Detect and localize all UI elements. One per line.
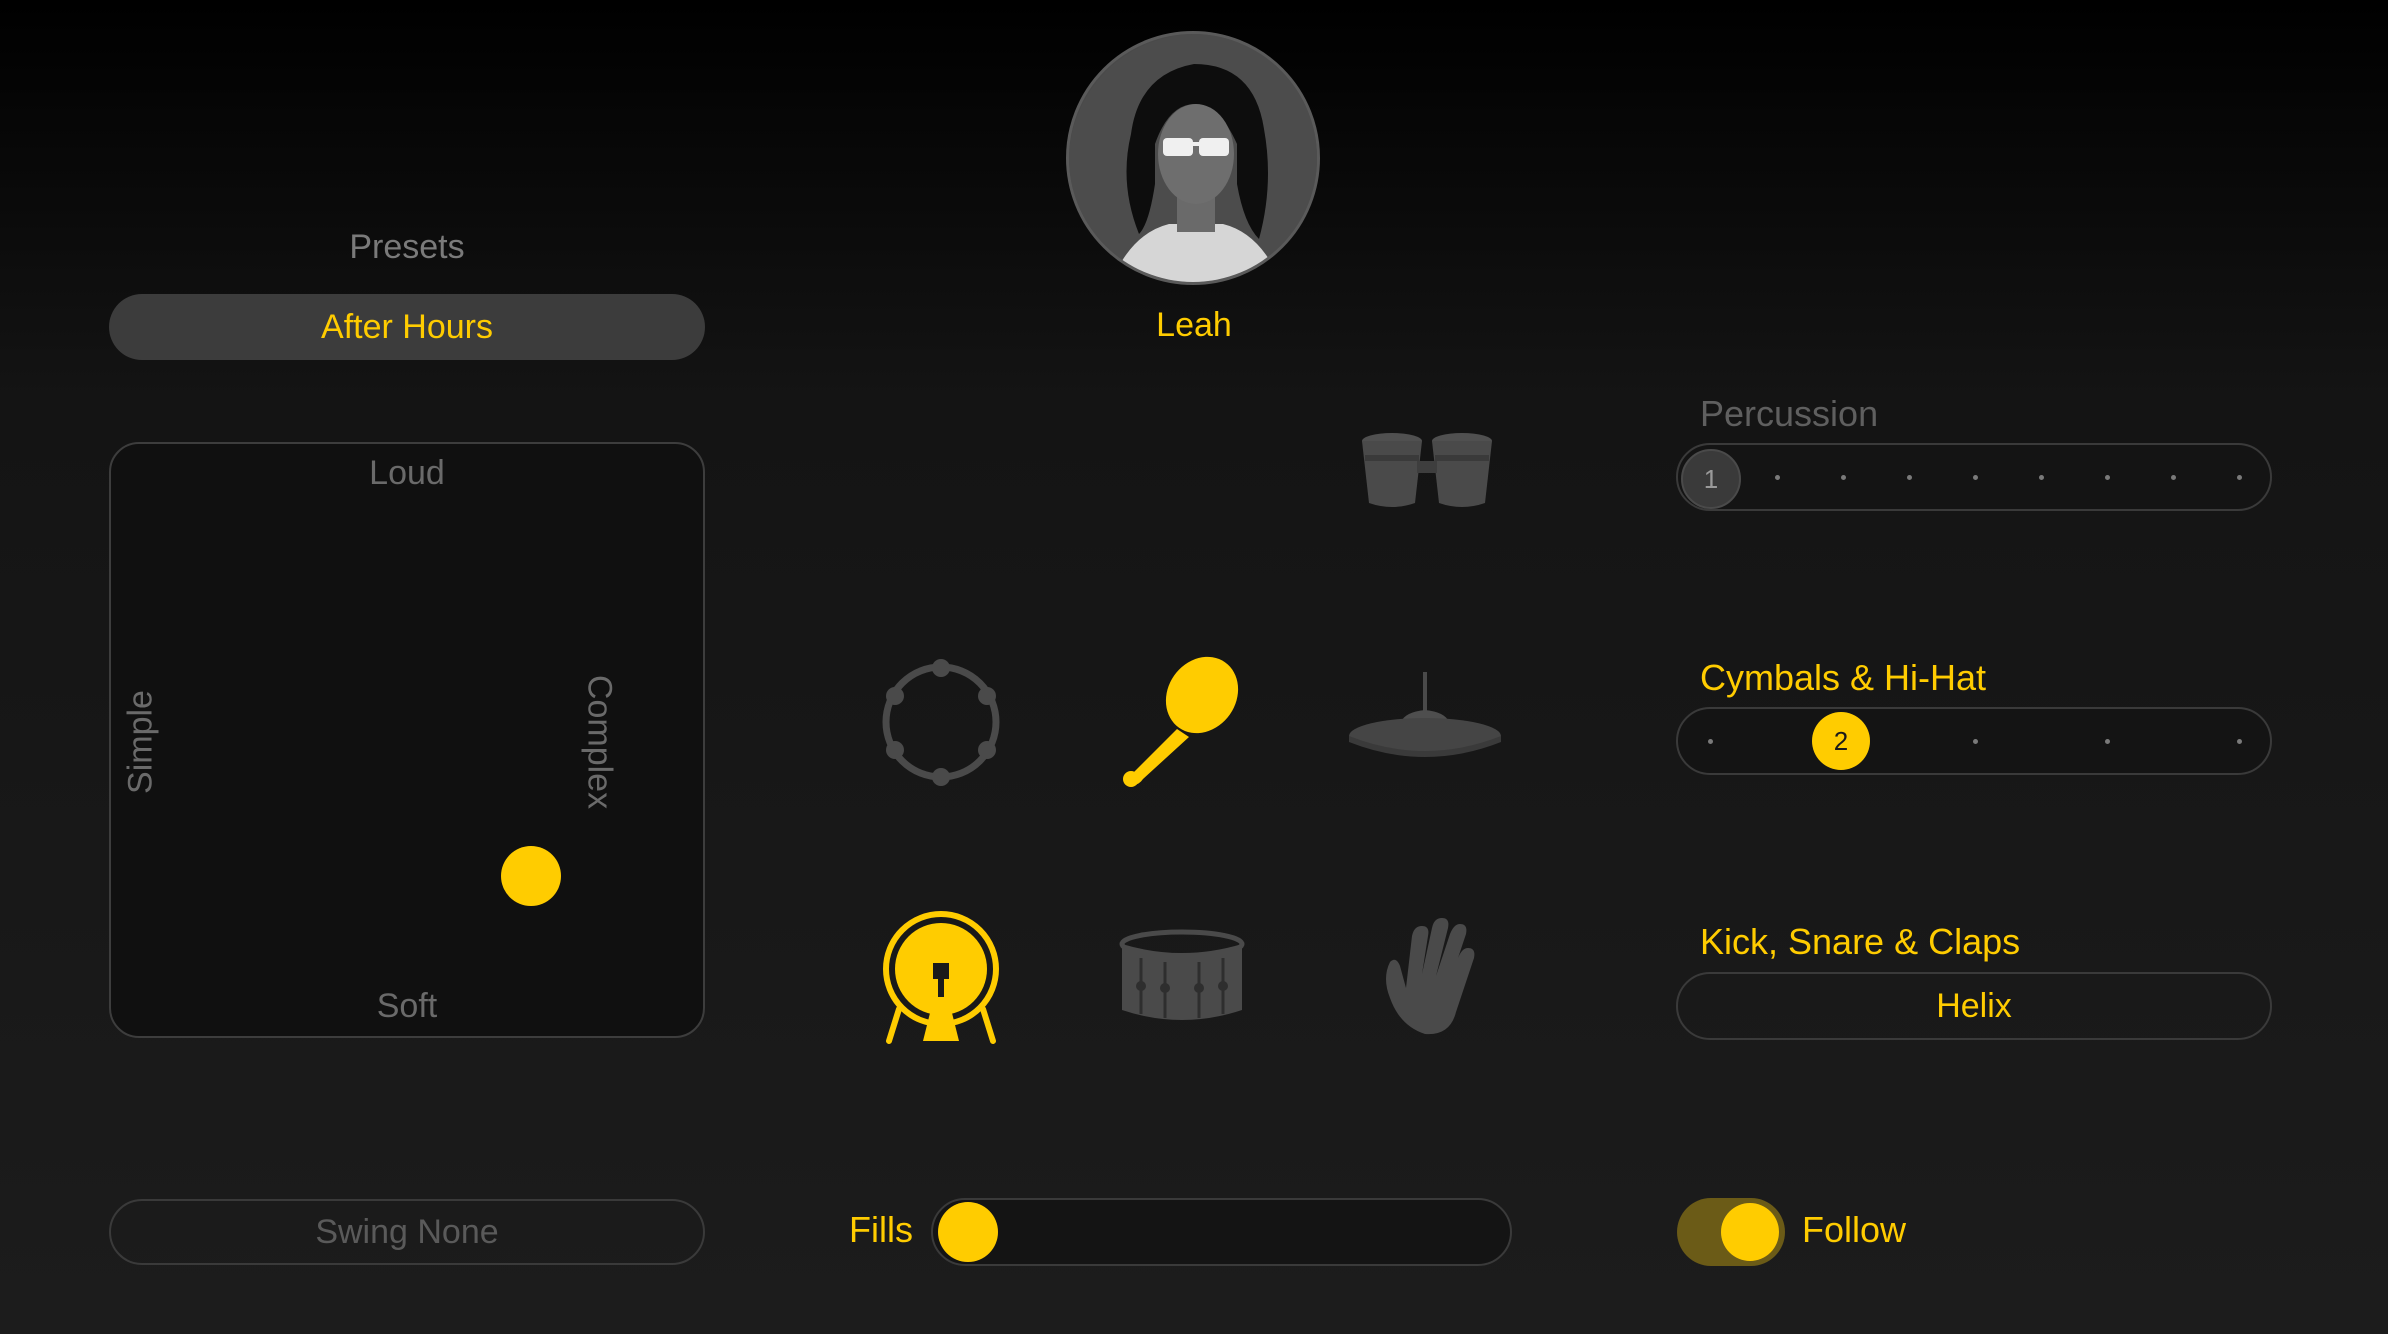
kick-snare-claps-label: Kick, Snare & Claps (1700, 921, 2021, 962)
slider-step-dot (1775, 475, 1780, 480)
cymbals-hihat-slider[interactable]: 2 (1676, 707, 2272, 775)
slider-step-dot (1841, 475, 1846, 480)
pad-label-complex: Complex (580, 674, 619, 810)
kick-snare-pattern-button[interactable]: Helix (1676, 972, 2272, 1040)
drummer-name: Leah (1156, 306, 1232, 344)
percussion-label: Percussion (1700, 393, 1879, 434)
maraca-icon[interactable] (1107, 647, 1257, 797)
loudness-complexity-pad[interactable]: Loud Soft Simple Complex (109, 442, 705, 1038)
cymbal-icon[interactable] (1349, 647, 1501, 797)
cymbals-hihat-label: Cymbals & Hi-Hat (1700, 657, 1987, 698)
follow-label: Follow (1802, 1209, 1907, 1250)
slider-step-dot (1708, 739, 1713, 744)
bongos-icon[interactable] (1352, 396, 1502, 546)
pad-puck[interactable] (501, 846, 561, 906)
pad-label-simple: Simple (121, 690, 160, 794)
fills-slider[interactable] (931, 1198, 1512, 1266)
snare-drum-icon[interactable] (1107, 903, 1257, 1053)
cymbals-slider-knob[interactable]: 2 (1812, 712, 1870, 770)
percussion-slider[interactable]: 1 (1676, 443, 2272, 511)
slider-step-dot (2039, 475, 2044, 480)
hand-clap-icon[interactable] (1350, 903, 1500, 1053)
presets-label: Presets (349, 228, 465, 266)
percussion-slider-knob[interactable]: 1 (1681, 449, 1741, 509)
slider-step-dot (2105, 475, 2110, 480)
preset-selector-button[interactable]: After Hours (109, 294, 705, 360)
slider-step-dot (1907, 475, 1912, 480)
slider-step-dot (2237, 739, 2242, 744)
kick-drum-icon[interactable] (866, 903, 1016, 1053)
slider-step-dot (2105, 739, 2110, 744)
swing-control[interactable]: Swing None (109, 1199, 705, 1265)
pad-label-loud: Loud (369, 454, 445, 492)
fills-slider-knob[interactable] (938, 1202, 998, 1262)
slider-step-dot (2171, 475, 2176, 480)
slider-step-dot (1973, 739, 1978, 744)
follow-toggle[interactable] (1677, 1198, 1785, 1266)
fills-label: Fills (849, 1209, 913, 1250)
tambourine-icon[interactable] (866, 647, 1016, 797)
follow-toggle-knob (1721, 1203, 1779, 1261)
pad-label-soft: Soft (376, 987, 438, 1025)
drummer-avatar[interactable] (1066, 31, 1320, 285)
slider-step-dot (2237, 475, 2242, 480)
slider-step-dot (1973, 475, 1978, 480)
